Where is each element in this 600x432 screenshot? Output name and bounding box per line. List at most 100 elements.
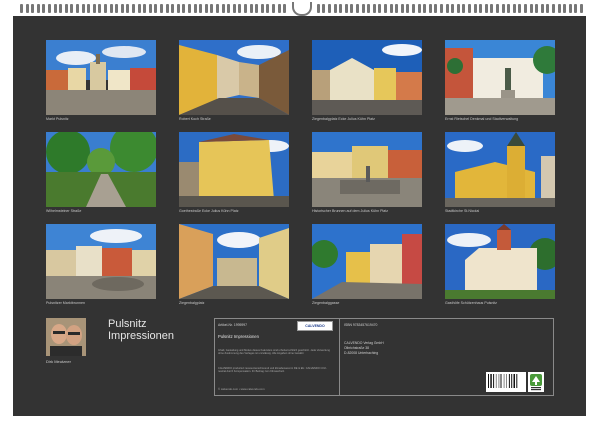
wire-loop — [104, 4, 107, 13]
wire-loop — [361, 4, 365, 13]
wire-loop — [227, 4, 231, 13]
street-image — [179, 40, 289, 115]
wire-loop — [36, 4, 40, 13]
wire-loop — [143, 4, 147, 13]
wire-loop — [462, 4, 466, 13]
fountain-image — [312, 132, 422, 207]
wire-loop — [423, 4, 427, 13]
wire-loop — [535, 4, 539, 13]
wire-loop — [412, 4, 415, 13]
wire-loop — [568, 4, 572, 13]
wire-loop — [266, 4, 270, 13]
wire-loop — [428, 4, 432, 13]
wire-loop — [238, 4, 242, 13]
wire-loop — [451, 4, 455, 13]
wire-loop — [20, 4, 23, 13]
photo-robert-koch-strasse — [179, 40, 289, 115]
author-portrait-image — [46, 318, 86, 356]
wire-loop — [395, 4, 399, 13]
wire-loop — [59, 4, 63, 13]
wire-loop — [367, 4, 371, 13]
wire-loop — [171, 4, 175, 13]
author-photo — [46, 318, 86, 356]
photo-rietschel-denkmal — [445, 40, 555, 115]
website: © calvendo.com • www.calvendo.com — [218, 387, 265, 391]
wire-loop — [456, 4, 460, 13]
photo-caption: Goethestraße Ecke Julius Kühn Platz — [179, 209, 239, 213]
barcode-bar — [495, 374, 497, 388]
photo-caption: Stadtkirche St.Nicolai — [445, 209, 480, 213]
wire-loop — [64, 4, 68, 13]
wire-loop — [232, 4, 236, 13]
barcode-bar — [516, 374, 518, 388]
wire-loop — [154, 4, 158, 13]
wire-loop — [524, 4, 527, 13]
alley-image — [312, 224, 422, 299]
wire-loop — [372, 4, 376, 13]
photo-caption: Ernst Rietschel Denkmal und Stadtverwalt… — [445, 117, 519, 121]
barcode-bar — [488, 374, 489, 388]
market-square-image — [46, 40, 156, 115]
wire-loop — [244, 4, 247, 13]
wire-loop — [546, 4, 550, 13]
wire-loop — [115, 4, 119, 13]
wire-loop — [473, 4, 477, 13]
photo-caption: Gasthöfe Schützenhaus Pulsnitz — [445, 301, 497, 305]
wire-loop — [540, 4, 544, 13]
wire-loop — [120, 4, 124, 13]
wire-loop — [484, 4, 488, 13]
wire-loop — [53, 4, 57, 13]
barcode — [486, 372, 526, 392]
photo-ziegenbalgplatz — [179, 224, 289, 299]
photo-caption: Historischer Brunnen auf dem Julius Kühn… — [312, 209, 389, 213]
fsc-logo-icon — [528, 372, 544, 392]
legal-text: Inhalt, Gestaltung und Motive dieses Kal… — [218, 349, 330, 355]
guesthouse-image — [445, 224, 555, 299]
barcode-bar — [493, 374, 495, 388]
plaza-image — [179, 224, 289, 299]
wire-loop — [574, 4, 578, 13]
photo-ziegenbalgplatz-ecke — [312, 40, 422, 115]
wire-loop — [406, 4, 410, 13]
wire-loop — [350, 4, 354, 13]
wire-loop — [507, 4, 511, 13]
wire-loop — [400, 4, 404, 13]
wire-loop — [182, 4, 186, 13]
photo-schuetzenhaus — [445, 224, 555, 299]
wire-loop — [221, 4, 225, 13]
barcode-bar — [508, 374, 510, 388]
photo-caption: Robert Koch Straße — [179, 117, 211, 121]
wire-loop — [137, 4, 141, 13]
wire-loop — [445, 4, 449, 13]
wire-loop — [434, 4, 438, 13]
wire-loop — [199, 4, 203, 13]
wire-loop — [512, 4, 516, 13]
wire-loop — [176, 4, 180, 13]
wire-loop — [328, 4, 331, 13]
wire-loop — [479, 4, 483, 13]
wire-loop — [272, 4, 275, 13]
tree-icon — [528, 372, 544, 392]
green-street-image — [46, 132, 156, 207]
wire-loop — [384, 4, 387, 13]
calendar-title: Pulsnitz Impressionen — [108, 318, 174, 342]
wire-loop — [580, 4, 583, 13]
photo-historischer-brunnen — [312, 132, 422, 207]
wire-loop — [98, 4, 102, 13]
wire-loop — [339, 4, 343, 13]
wire-loop — [490, 4, 494, 13]
wire-loop — [389, 4, 393, 13]
wire-loop — [188, 4, 191, 13]
market-fountain-image — [46, 224, 156, 299]
wire-loop — [322, 4, 326, 13]
wire-loop — [193, 4, 197, 13]
photo-markt-pulsnitz — [46, 40, 156, 115]
barcode-bar — [500, 374, 502, 388]
photo-wilhelmsteiner-strasse — [46, 132, 156, 207]
wire-loop — [126, 4, 130, 13]
title-line-1: Pulsnitz — [108, 318, 147, 330]
wire-loop — [316, 4, 320, 13]
publisher-city: D-82008 Unterhaching — [344, 351, 379, 355]
wire-loop — [87, 4, 91, 13]
wire-loop — [496, 4, 499, 13]
